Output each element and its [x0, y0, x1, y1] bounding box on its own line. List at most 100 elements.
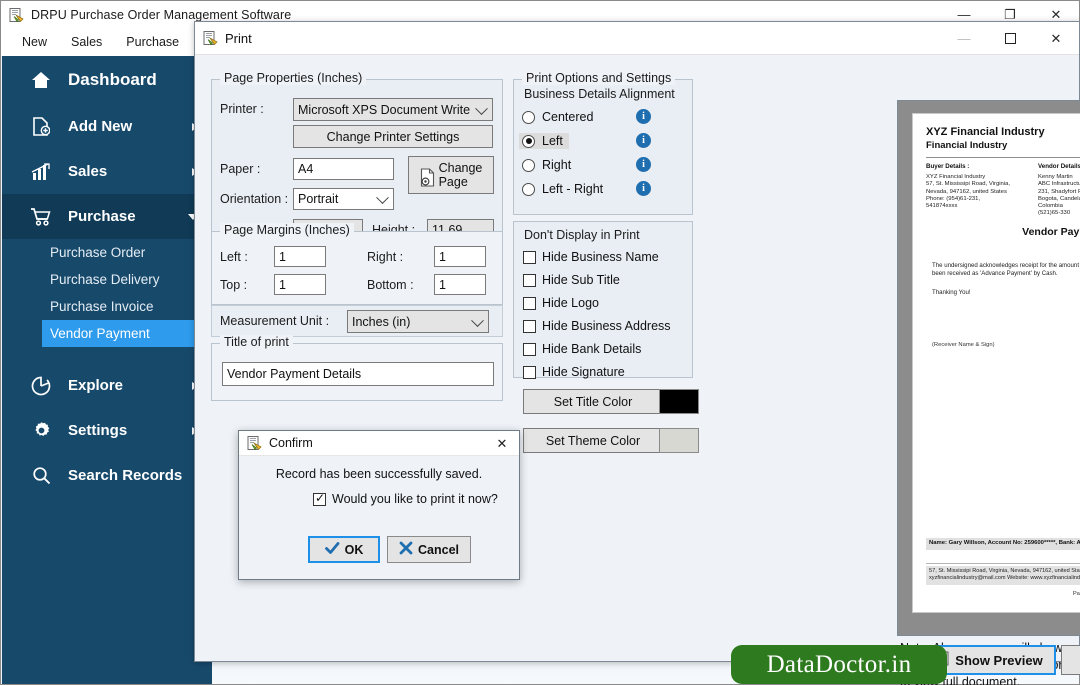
radio-label-right: Right [542, 158, 572, 172]
menu-item-purchase[interactable]: Purchase [115, 31, 190, 53]
sidebar-item-explore[interactable]: Explore [2, 363, 212, 408]
cancel-button[interactable]: Cancel [387, 536, 471, 563]
printer-select[interactable]: Microsoft XPS Document Write [293, 98, 493, 121]
sidebar-item-sales[interactable]: Sales [2, 149, 212, 194]
sidebar-label-add-new: Add New [68, 118, 133, 135]
document-preview-panel[interactable]: XYZ Financial Industry Financial Industr… [897, 100, 1080, 636]
checkbox-hide-bank-details[interactable]: Hide Bank Details [523, 342, 641, 356]
sidebar-item-purchase[interactable]: Purchase [2, 194, 212, 239]
margin-left-input[interactable]: 1 [274, 246, 326, 267]
change-page-button[interactable]: Change Page [408, 156, 494, 194]
title-color-swatch[interactable] [659, 389, 699, 414]
check-icon [324, 541, 340, 558]
set-title-color-button[interactable]: Set Title Color [523, 389, 663, 414]
preview-thanking-text: Thanking You! [932, 289, 971, 296]
preview-document-title: Vendor Payment Details [1022, 226, 1080, 238]
margin-left-label: Left : [220, 250, 248, 264]
menu-item-new[interactable]: New [11, 31, 58, 53]
radio-label-left-right: Left - Right [542, 182, 604, 196]
menu-item-sales[interactable]: Sales [60, 31, 113, 53]
margin-bottom-label: Bottom : [367, 278, 414, 292]
print-minimize-button[interactable]: — [941, 22, 987, 55]
sidebar-item-purchase-delivery[interactable]: Purchase Delivery [2, 266, 212, 293]
page-setup-icon [420, 167, 434, 187]
set-title-color-label: Set Title Color [553, 394, 633, 409]
info-icon-right[interactable]: i [636, 157, 651, 172]
print-close-button[interactable]: ✕ [1033, 22, 1079, 55]
sidebar-item-vendor-payment[interactable]: Vendor Payment [42, 320, 194, 347]
sidebar: Dashboard Add New Sales Purchase Purchas… [2, 56, 212, 684]
measurement-unit-value: Inches (in) [352, 314, 411, 329]
margin-right-input[interactable]: 1 [434, 246, 486, 267]
preview-business-name: XYZ Financial Industry [926, 126, 1045, 138]
checkbox-hide-business-address[interactable]: Hide Business Address [523, 319, 671, 333]
checkbox-label-hide-business-name: Hide Business Name [542, 250, 659, 264]
checkbox-hide-business-name[interactable]: Hide Business Name [523, 250, 659, 264]
info-icon-left[interactable]: i [636, 133, 651, 148]
sidebar-label-explore: Explore [68, 377, 124, 394]
sidebar-item-purchase-order[interactable]: Purchase Order [2, 239, 212, 266]
change-printer-settings-button[interactable]: Change Printer Settings [293, 125, 493, 148]
checkbox-icon [523, 319, 536, 333]
paper-value: A4 [298, 162, 314, 176]
bar-chart-icon [28, 161, 54, 183]
title-of-print-input[interactable]: Vendor Payment Details [222, 362, 494, 386]
ok-button[interactable]: OK [308, 536, 380, 563]
printer-label: Printer : [220, 102, 264, 116]
radio-icon [522, 158, 535, 172]
margin-right-label: Right : [367, 250, 404, 264]
radio-alignment-centered[interactable]: Centered [522, 110, 593, 124]
print-maximize-button[interactable] [987, 22, 1033, 55]
paper-label: Paper : [220, 162, 261, 176]
purchase-submenu: Purchase Order Purchase Delivery Purchas… [2, 239, 212, 347]
sidebar-item-add-new[interactable]: Add New [2, 104, 212, 149]
sidebar-item-dashboard[interactable]: Dashboard [2, 56, 212, 104]
title-of-print-legend: Title of print [220, 335, 293, 349]
title-of-print-value: Vendor Payment Details [227, 367, 362, 381]
preview-business-subtitle: Financial Industry [926, 140, 1008, 151]
main-window-title: DRPU Purchase Order Management Software [31, 7, 292, 22]
radio-label-centered: Centered [542, 110, 594, 124]
set-theme-color-button[interactable]: Set Theme Color [523, 428, 663, 453]
alignment-legend: Business Details Alignment [524, 87, 675, 101]
sidebar-label-sales: Sales [68, 163, 108, 180]
margin-bottom-value: 1 [439, 277, 446, 292]
datadoctor-watermark: DataDoctor.in [731, 645, 947, 684]
pie-chart-icon [28, 375, 54, 397]
print-options-legend: Print Options and Settings [522, 71, 676, 85]
print-titlebar: Print — ✕ [195, 22, 1079, 55]
checkbox-hide-signature[interactable]: Hide Signature [523, 365, 625, 379]
preview-divider [926, 157, 1080, 158]
preview-buyer-heading: Buyer Details : [926, 163, 970, 170]
preview-buyer-details: XYZ Financial Industry 57, St. Mississip… [926, 174, 1011, 210]
measurement-unit-select[interactable]: Inches (in) [347, 310, 489, 333]
margin-left-value: 1 [279, 249, 286, 264]
margin-bottom-input[interactable]: 1 [434, 274, 486, 295]
radio-label-left: Left [542, 134, 563, 148]
measurement-unit-label: Measurement Unit : [220, 314, 330, 328]
checkbox-icon [523, 342, 536, 356]
print-button[interactable]: Print [1061, 645, 1080, 675]
sidebar-item-purchase-invoice[interactable]: Purchase Invoice [2, 293, 212, 320]
info-icon-centered[interactable]: i [636, 109, 651, 124]
chevron-down-icon [475, 101, 488, 115]
checkbox-hide-sub-title[interactable]: Hide Sub Title [523, 273, 620, 287]
sidebar-item-settings[interactable]: Settings [2, 408, 212, 453]
checkbox-hide-logo[interactable]: Hide Logo [523, 296, 599, 310]
margin-top-input[interactable]: 1 [274, 274, 326, 295]
page-margins-legend: Page Margins (Inches) [220, 223, 354, 237]
radio-alignment-right[interactable]: Right [522, 158, 571, 172]
checkbox-label-hide-bank-details: Hide Bank Details [542, 342, 642, 356]
radio-alignment-left-right[interactable]: Left - Right [522, 182, 603, 196]
sidebar-item-search-records[interactable]: Search Records [2, 453, 212, 498]
orientation-select[interactable]: Portrait [293, 188, 394, 210]
preview-body-text: The undersigned acknowledges receipt for… [932, 262, 1080, 278]
confirm-print-now-checkbox[interactable]: Would you like to print it now? [313, 491, 498, 506]
confirm-dialog-title: Confirm [269, 436, 313, 450]
paper-input[interactable]: A4 [293, 158, 394, 180]
confirm-close-button[interactable]: ✕ [485, 431, 519, 456]
radio-alignment-left[interactable]: Left [519, 133, 569, 149]
info-icon-left-right[interactable]: i [636, 181, 651, 196]
dont-display-legend: Don't Display in Print [524, 228, 640, 242]
theme-color-swatch[interactable] [659, 428, 699, 453]
